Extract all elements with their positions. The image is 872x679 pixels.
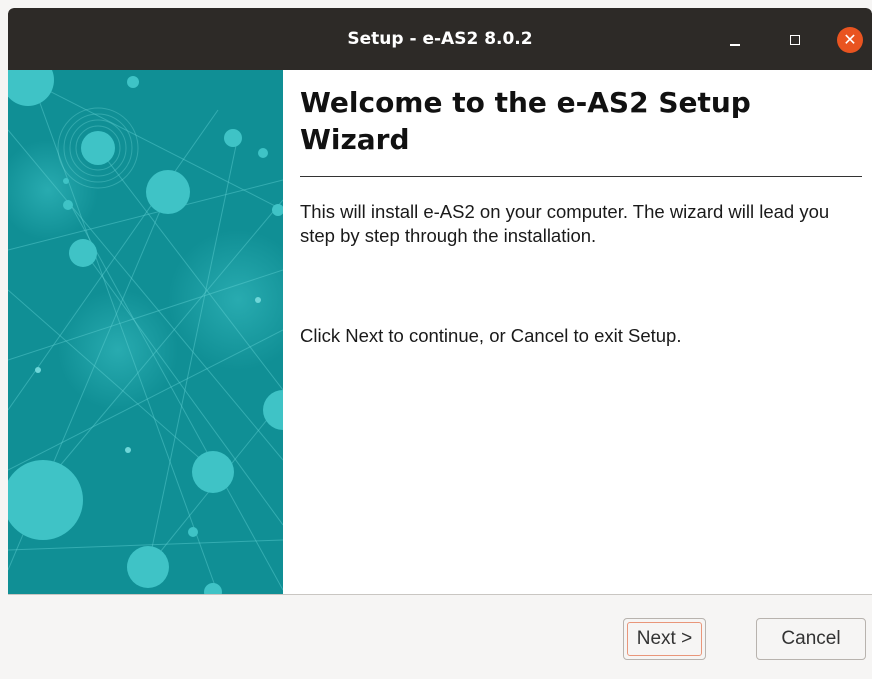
wizard-side-image [8, 54, 308, 601]
title-divider [300, 176, 862, 177]
button-bar: Next > Cancel [8, 594, 872, 679]
cancel-button[interactable]: Cancel [756, 618, 866, 660]
setup-window: Setup - e-AS2 8.0.2 ✕ Welcome to the e-A… [8, 8, 872, 679]
close-button[interactable]: ✕ [837, 27, 863, 53]
cancel-button-label: Cancel [781, 628, 841, 649]
page-title: Welcome to the e-AS2 Setup Wizard [300, 86, 751, 156]
maximize-icon [790, 35, 800, 45]
minimize-icon [730, 44, 740, 46]
minimize-button[interactable] [724, 29, 746, 51]
wizard-content: Welcome to the e-AS2 Setup Wizard This w… [283, 70, 872, 594]
focus-ring [627, 622, 702, 656]
continue-instructions: Click Next to continue, or Cancel to exi… [300, 325, 682, 346]
network-graphic [8, 54, 308, 601]
title-bar[interactable]: Setup - e-AS2 8.0.2 ✕ [8, 8, 872, 70]
maximize-button[interactable] [784, 29, 806, 51]
install-description: This will install e-AS2 on your computer… [300, 201, 830, 246]
next-button[interactable]: Next > [623, 618, 706, 660]
close-icon: ✕ [843, 30, 857, 49]
